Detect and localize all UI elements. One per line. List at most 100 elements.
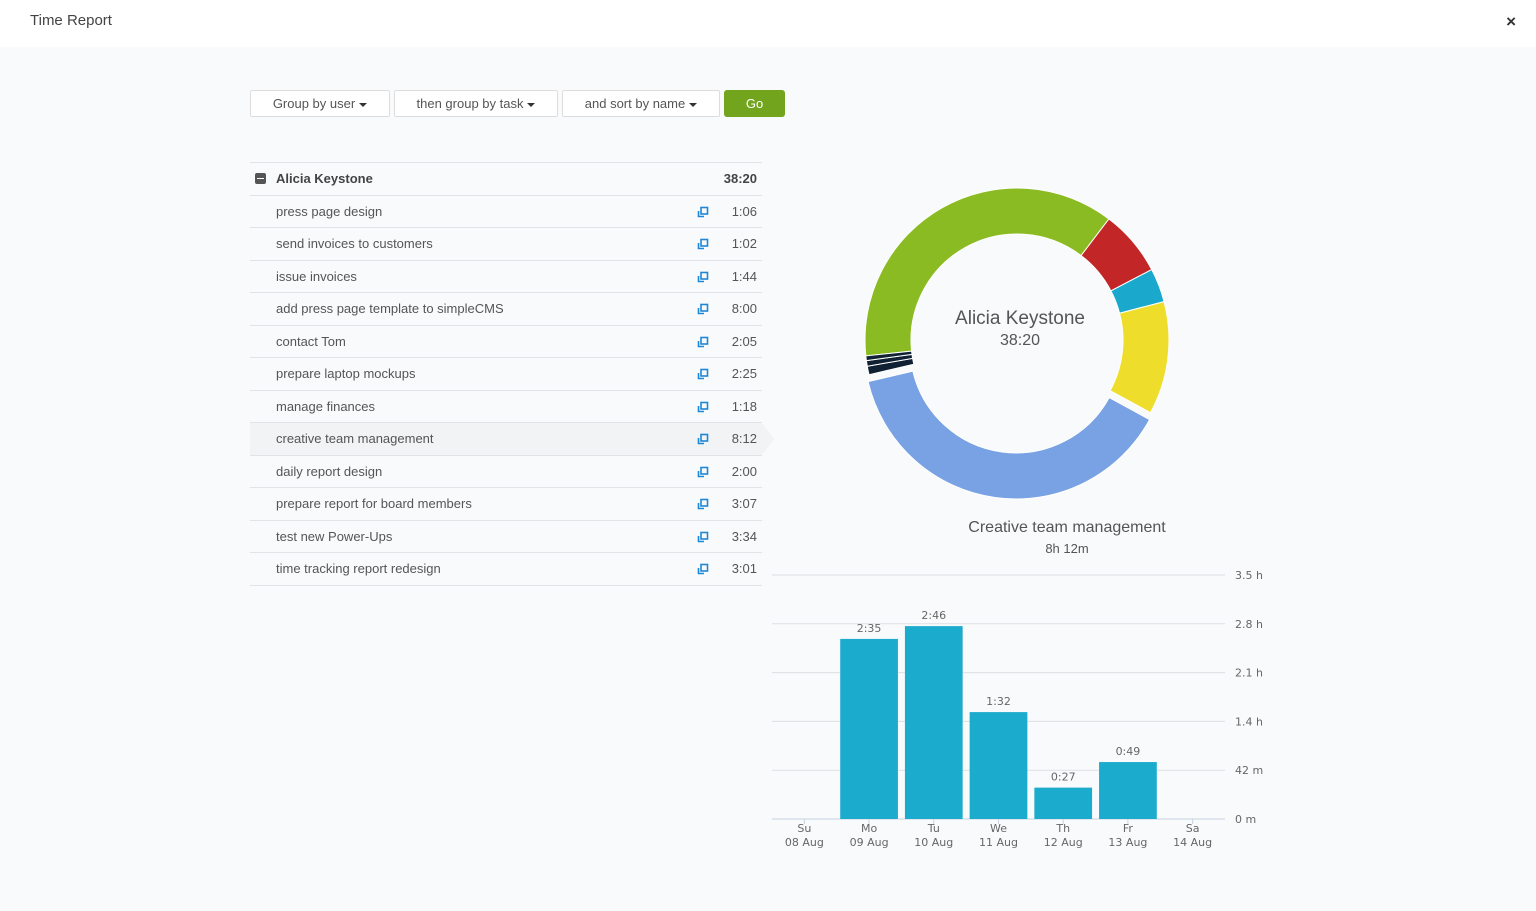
- bar[interactable]: [969, 712, 1028, 819]
- y-tick-label: 2.1 h: [1235, 667, 1263, 680]
- report-controls: Group by user then group by task and sor…: [250, 90, 785, 117]
- minus-square-icon[interactable]: [255, 173, 266, 185]
- x-date-label: 14 Aug: [1173, 836, 1212, 849]
- donut-center-name: Alicia Keystone: [955, 308, 1085, 329]
- task-time: 3:01: [731, 561, 757, 577]
- external-open-icon[interactable]: [697, 466, 709, 478]
- bar[interactable]: [840, 638, 898, 819]
- task-time: 3:34: [731, 528, 757, 544]
- bar-value-label: 2:46: [921, 609, 946, 622]
- bar-value-label: 0:27: [1051, 771, 1076, 784]
- y-tick-label: 2.8 h: [1235, 618, 1263, 631]
- task-row[interactable]: add press page template to simpleCMS 8:00: [250, 293, 762, 326]
- task-time: 2:25: [731, 366, 757, 382]
- x-date-label: 11 Aug: [979, 836, 1018, 849]
- task-time: 8:12: [731, 431, 757, 447]
- y-tick-label: 1.4 h: [1235, 715, 1263, 728]
- daily-bar-chart: 0 m 42 m 1.4 h 2.1 h 2.8 h 3.5 h Su08 Aug 2:35 M…: [772, 569, 1263, 849]
- y-tick-label: 3.5 h: [1235, 569, 1263, 582]
- task-row[interactable]: creative team management 8:12: [250, 423, 774, 456]
- x-day-label: Sa: [1186, 822, 1200, 835]
- bar[interactable]: [904, 626, 963, 819]
- external-open-icon[interactable]: [697, 303, 709, 315]
- task-row[interactable]: prepare laptop mockups 2:25: [250, 358, 762, 391]
- sort-by-label: and sort by name: [584, 96, 686, 111]
- task-name: creative team management: [276, 431, 434, 447]
- go-button[interactable]: Go: [724, 90, 785, 117]
- task-name: issue invoices: [276, 268, 357, 284]
- task-name: send invoices to customers: [276, 236, 433, 252]
- bar-value-label: 1:32: [986, 695, 1011, 708]
- external-open-icon[interactable]: [697, 433, 709, 445]
- bar[interactable]: [1034, 787, 1093, 819]
- task-time: 1:44: [731, 268, 757, 284]
- external-open-icon[interactable]: [697, 206, 709, 218]
- group-by-user-dropdown[interactable]: Group by user: [250, 90, 390, 117]
- report-table: Alicia Keystone 38:20 press page design 1…: [250, 162, 774, 586]
- task-time: 1:02: [731, 236, 757, 252]
- y-tick-label: 0 m: [1235, 813, 1256, 826]
- x-day-label: Fr: [1123, 822, 1134, 835]
- x-day-label: We: [990, 822, 1007, 835]
- task-row[interactable]: send invoices to customers 1:02: [250, 228, 762, 261]
- group-total: 38:20: [723, 171, 757, 187]
- group-name: Alicia Keystone: [276, 171, 373, 187]
- external-open-icon[interactable]: [697, 401, 709, 413]
- external-open-icon[interactable]: [697, 238, 709, 250]
- close-icon[interactable]: ×: [1506, 12, 1516, 32]
- external-open-icon[interactable]: [697, 336, 709, 348]
- x-date-label: 13 Aug: [1108, 836, 1147, 849]
- x-date-label: 08 Aug: [785, 836, 824, 849]
- task-name: prepare report for board members: [276, 496, 472, 512]
- x-day-label: Mo: [861, 822, 877, 835]
- donut-segment[interactable]: [864, 187, 1110, 357]
- bar[interactable]: [1099, 762, 1157, 819]
- task-row[interactable]: prepare report for board members 3:07: [250, 488, 762, 521]
- task-row[interactable]: time tracking report redesign 3:01: [250, 553, 762, 586]
- task-time: 2:00: [731, 463, 757, 479]
- task-name: daily report design: [276, 463, 383, 479]
- x-date-label: 09 Aug: [850, 836, 889, 849]
- x-date-label: 12 Aug: [1044, 836, 1083, 849]
- external-open-icon[interactable]: [697, 531, 709, 543]
- x-day-label: Th: [1055, 822, 1070, 835]
- task-row[interactable]: press page design 1:06: [250, 196, 762, 228]
- donut-segment[interactable]: [867, 370, 1151, 500]
- task-row[interactable]: contact Tom 2:05: [250, 326, 762, 358]
- sort-by-dropdown[interactable]: and sort by name: [562, 90, 720, 117]
- caret-down-icon: [689, 102, 698, 107]
- bar-value-label: 0:49: [1116, 745, 1141, 758]
- group-by-task-dropdown[interactable]: then group by task: [394, 90, 558, 117]
- external-open-icon[interactable]: [697, 271, 709, 283]
- task-row[interactable]: issue invoices 1:44: [250, 261, 762, 293]
- task-row[interactable]: manage finances 1:18: [250, 391, 762, 423]
- group-by-user-label: Group by user: [272, 96, 356, 111]
- x-date-label: 10 Aug: [914, 836, 953, 849]
- task-name: press page design: [276, 203, 383, 219]
- task-name: prepare laptop mockups: [276, 366, 416, 382]
- task-time: 2:05: [731, 333, 757, 349]
- task-name: add press page template to simpleCMS: [276, 301, 504, 317]
- task-name: contact Tom: [276, 333, 346, 349]
- donut-chart: Alicia Keystone 38:20: [850, 170, 1190, 510]
- selected-task-duration: 8h 12m: [1045, 541, 1089, 556]
- caret-down-icon: [527, 102, 536, 107]
- task-time: 3:07: [731, 496, 757, 512]
- task-name: time tracking report redesign: [276, 561, 441, 577]
- task-time: 1:06: [731, 203, 757, 219]
- group-row[interactable]: Alicia Keystone 38:20: [250, 163, 762, 196]
- x-day-label: Su: [797, 822, 811, 835]
- x-day-label: Tu: [927, 822, 940, 835]
- donut-center-total: 38:20: [999, 332, 1041, 349]
- external-open-icon[interactable]: [697, 563, 709, 575]
- y-tick-label: 42 m: [1235, 764, 1263, 777]
- external-open-icon[interactable]: [697, 498, 709, 510]
- external-open-icon[interactable]: [697, 368, 709, 380]
- selected-task-title: Creative team management: [968, 519, 1166, 536]
- task-name: test new Power-Ups: [276, 528, 393, 544]
- task-time: 1:18: [731, 398, 757, 414]
- task-row[interactable]: test new Power-Ups 3:34: [250, 521, 762, 553]
- modal-title: Time Report: [30, 12, 112, 29]
- task-row[interactable]: daily report design 2:00: [250, 456, 762, 488]
- task-time: 8:00: [731, 301, 757, 317]
